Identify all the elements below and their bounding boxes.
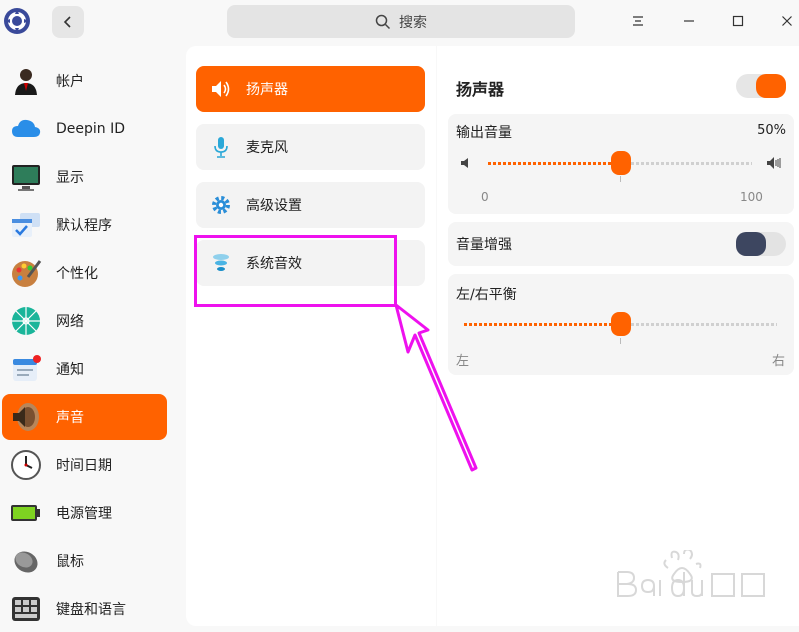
sidebar-item-label: 帐户: [56, 74, 84, 90]
mouse-icon: [14, 551, 38, 573]
balance-track: [621, 323, 777, 326]
balance-filled: [464, 323, 621, 326]
display-icon: [12, 165, 40, 191]
search-placeholder: 搜索: [399, 14, 427, 31]
sidebar-item-power[interactable]: 电源管理: [2, 490, 167, 536]
subsection-label: 扬声器: [246, 82, 288, 98]
volume-boost-card: 音量增强: [448, 222, 794, 266]
subsection-microphone[interactable]: 麦克风: [196, 124, 425, 170]
output-volume-max: 100: [740, 190, 763, 204]
output-volume-label: 输出音量: [456, 125, 512, 141]
cloud-icon: [12, 119, 41, 137]
back-button[interactable]: [52, 6, 84, 38]
output-volume-value: 50%: [757, 123, 786, 138]
volume-boost-label: 音量增强: [456, 237, 512, 253]
sound-icon: [13, 403, 39, 431]
search-input[interactable]: 搜索: [227, 5, 575, 38]
slider-tick: [620, 176, 621, 182]
output-volume-min: 0: [481, 190, 489, 204]
sidebar-item-label: 鼠标: [56, 554, 84, 570]
personalization-icon: [12, 260, 42, 287]
sidebar-item-display[interactable]: 显示: [2, 154, 167, 200]
clock-icon: [11, 450, 41, 480]
volume-low-icon: [461, 158, 468, 168]
menu-icon: [633, 16, 643, 26]
sidebar-item-keyboard[interactable]: 键盘和语言: [2, 586, 167, 632]
sidebar-item-account[interactable]: 帐户: [2, 58, 167, 104]
default-apps-icon: [12, 213, 40, 237]
speaker-icon: [212, 81, 230, 97]
control-center-window: 搜索 帐户 Deepin ID 显示 默认程序 个性化 网络 通知 声音 时间日…: [0, 0, 799, 632]
output-volume-filled: [488, 162, 621, 165]
maximize-icon: [732, 15, 744, 27]
annotation-arrow-icon: [394, 303, 478, 472]
app-logo-icon: [4, 8, 30, 34]
annotation-highlight-box: [194, 235, 397, 307]
notification-icon: [13, 355, 41, 381]
watermark-logo-icon: [617, 550, 765, 598]
section-title: 扬声器: [456, 80, 505, 99]
volume-boost-toggle[interactable]: [736, 232, 786, 256]
menu-button[interactable]: [625, 8, 651, 34]
output-volume-slider[interactable]: [611, 151, 631, 175]
subsection-advanced[interactable]: 高级设置: [196, 182, 425, 228]
sidebar-item-deepin-id[interactable]: Deepin ID: [2, 106, 167, 152]
speaker-settings-panel: 扬声器 输出音量 50% 0 100 音量增强 左/右平衡 左 右: [437, 46, 799, 626]
subsection-label: 高级设置: [246, 198, 302, 214]
close-icon: [782, 16, 792, 26]
titlebar: 搜索: [0, 0, 799, 46]
gear-icon: [212, 196, 230, 214]
subsection-speaker[interactable]: 扬声器: [196, 66, 425, 112]
network-icon: [12, 307, 40, 335]
sidebar-item-datetime[interactable]: 时间日期: [2, 442, 167, 488]
subsection-label: 麦克风: [246, 140, 288, 156]
sidebar-item-mouse[interactable]: 鼠标: [2, 538, 167, 584]
sidebar-item-label: 通知: [56, 362, 84, 378]
minimize-icon: [684, 20, 694, 22]
sidebar-item-label: 声音: [56, 410, 84, 426]
microphone-icon: [214, 137, 228, 158]
toggle-knob: [756, 74, 786, 98]
sidebar-item-label: Deepin ID: [56, 121, 126, 137]
toggle-knob: [736, 232, 766, 256]
output-volume-card: 输出音量 50% 0 100: [448, 114, 794, 214]
balance-slider[interactable]: [611, 312, 631, 336]
sidebar-item-default-apps[interactable]: 默认程序: [2, 202, 167, 248]
sidebar-item-label: 电源管理: [56, 506, 112, 522]
chevron-left-icon: [63, 16, 71, 28]
sidebar-item-label: 个性化: [56, 266, 98, 282]
battery-icon: [11, 505, 40, 521]
sidebar-item-label: 时间日期: [56, 458, 112, 474]
maximize-button[interactable]: [725, 8, 751, 34]
search-icon: [375, 14, 391, 29]
slider-tick: [620, 338, 621, 344]
account-icon: [15, 69, 37, 95]
sidebar-item-network[interactable]: 网络: [2, 298, 167, 344]
sidebar-item-sound[interactable]: 声音: [2, 394, 167, 440]
keyboard-icon: [12, 597, 40, 621]
sidebar-item-label: 键盘和语言: [56, 602, 126, 618]
volume-high-icon: [767, 157, 781, 169]
sidebar: 帐户 Deepin ID 显示 默认程序 个性化 网络 通知 声音 时间日期 电…: [0, 46, 178, 632]
sidebar-item-personalization[interactable]: 个性化: [2, 250, 167, 296]
close-button[interactable]: [774, 8, 799, 34]
sidebar-item-notification[interactable]: 通知: [2, 346, 167, 392]
speaker-toggle[interactable]: [736, 74, 786, 98]
sidebar-item-label: 网络: [56, 314, 84, 330]
sidebar-item-label: 显示: [56, 170, 84, 186]
balance-card: 左/右平衡 左 右: [448, 274, 794, 375]
output-volume-track: [621, 162, 752, 165]
sidebar-item-label: 默认程序: [56, 218, 112, 234]
minimize-button[interactable]: [676, 8, 702, 34]
balance-right-label: 右: [772, 354, 786, 369]
